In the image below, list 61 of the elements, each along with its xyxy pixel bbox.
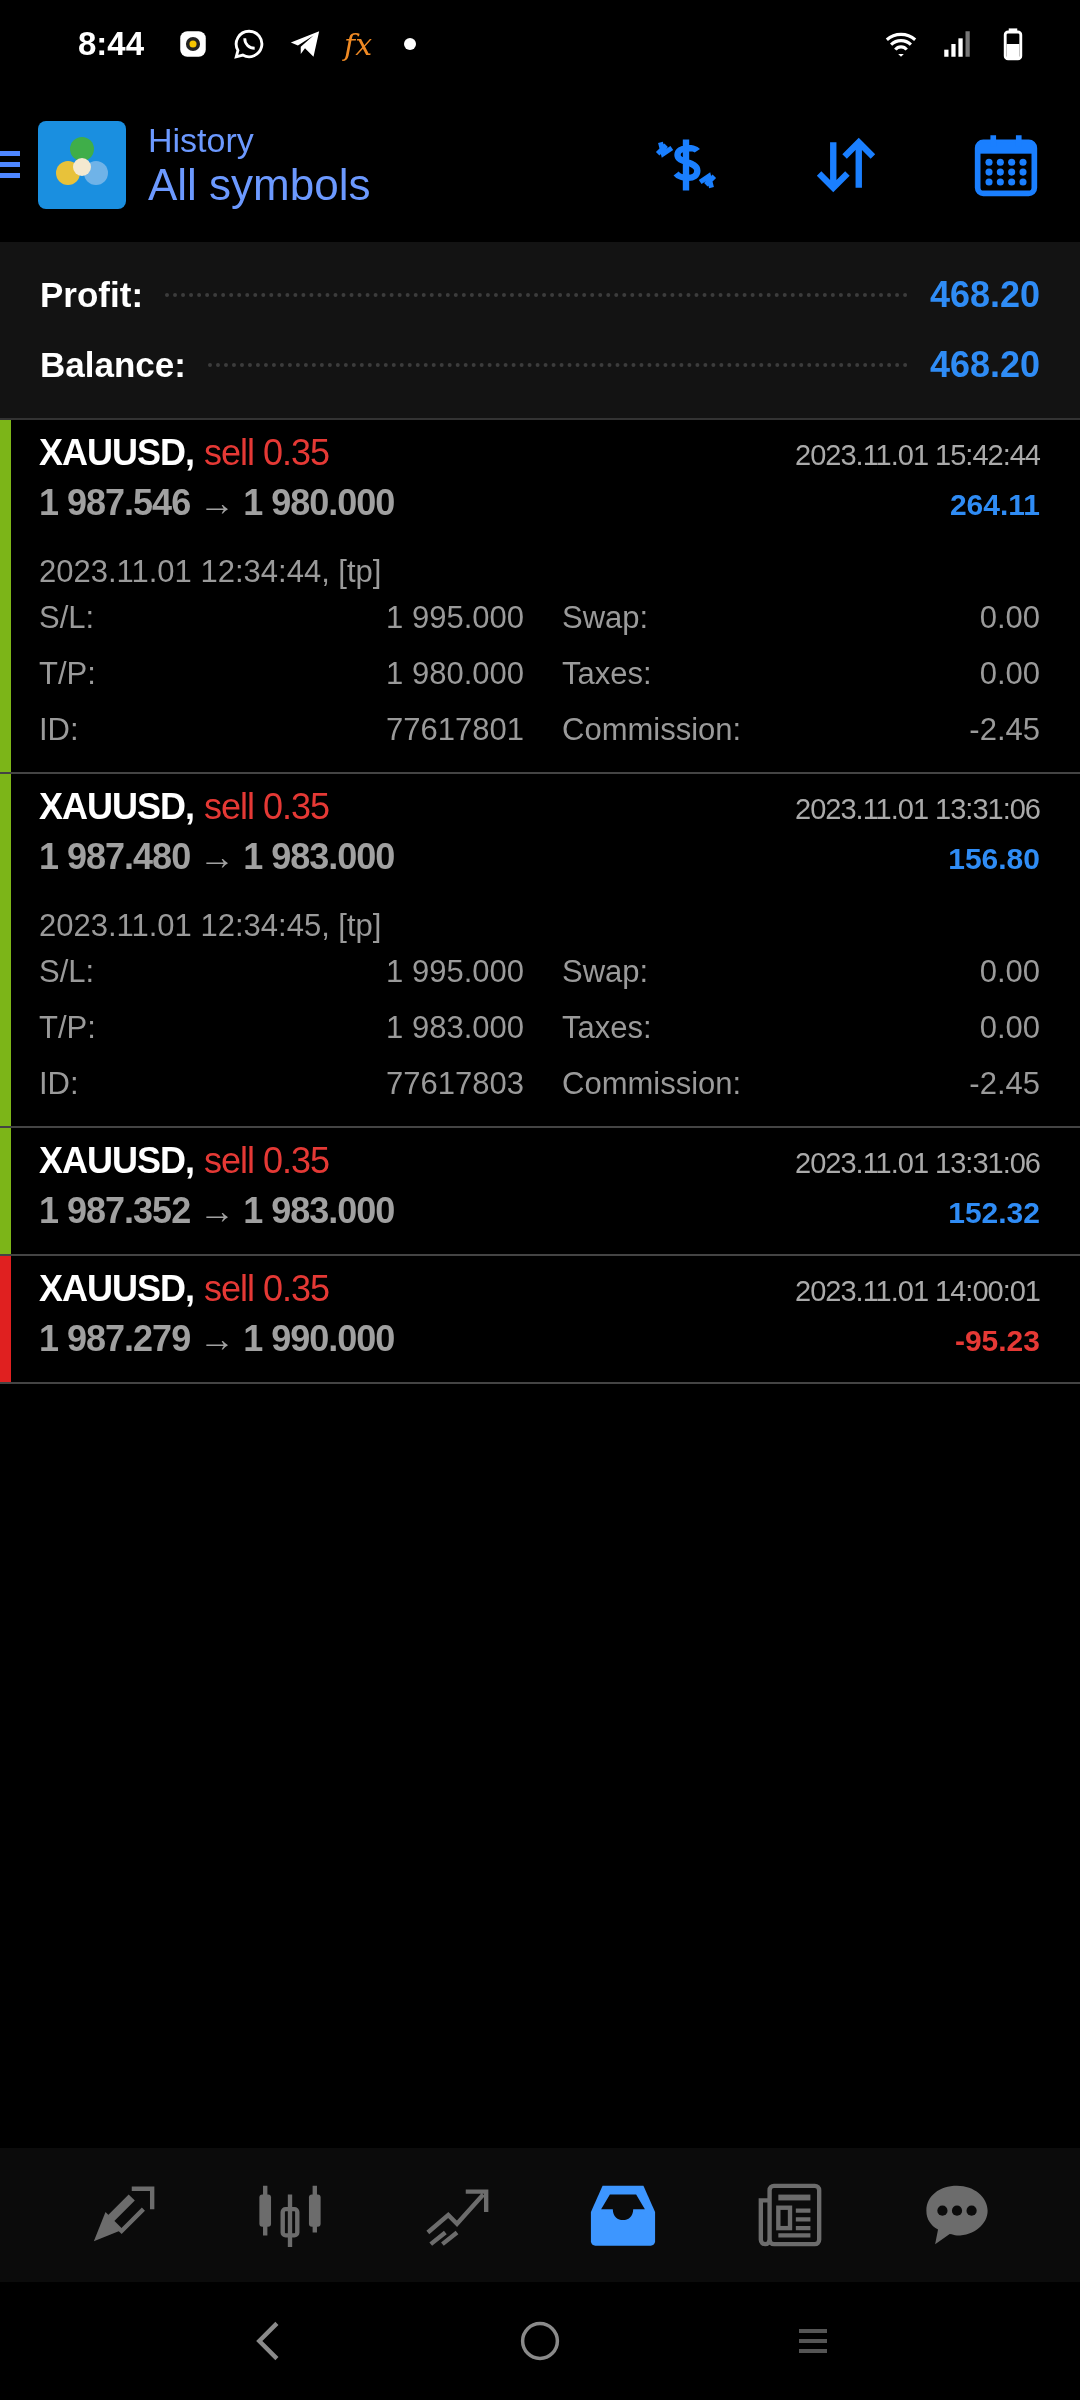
detail-label: Taxes: (562, 1010, 652, 1046)
app-glyph: fx (344, 26, 373, 62)
summary-label: Profit: (40, 275, 144, 315)
summary-value: 468.20 (929, 344, 1040, 386)
close-time: 2023.11.01 13:31:06 (795, 1147, 1040, 1180)
detail-label: Taxes: (562, 656, 652, 692)
trade-symbol: XAUUSD, (39, 1268, 195, 1310)
trade-prices: 1 987.352 → 1 983.000 (39, 1190, 395, 1232)
trade-side: sell 0.35 (204, 786, 330, 828)
trade-item[interactable]: XAUUSD, sell 0.35 2023.11.01 14:00:01 1 987.279 → 1 990.000 -95.23 (0, 1256, 1080, 1384)
detail-label: ID: (39, 1066, 80, 1102)
notification-dot-icon (404, 38, 417, 50)
status-time: 8:44 (78, 25, 145, 63)
detail-label: S/L: (39, 600, 96, 636)
detail-value: -2.45 (969, 712, 1040, 748)
summary-value: 468.20 (929, 274, 1040, 316)
screen-title: History (148, 120, 255, 160)
home-icon[interactable] (520, 2319, 560, 2363)
open-info: 2023.11.01 12:34:45, [tp] (39, 907, 383, 944)
trade-profit: 152.32 (948, 1196, 1040, 1230)
detail-value: 77617801 (385, 712, 524, 748)
detail-label: S/L: (39, 954, 96, 990)
close-time: 2023.11.01 15:42:44 (795, 439, 1040, 472)
detail-label: ID: (39, 712, 80, 748)
detail-label: Commission: (562, 712, 742, 748)
detail-label: T/P: (39, 1010, 97, 1046)
detail-label: Commission: (562, 1066, 742, 1102)
detail-value: 77617803 (385, 1066, 524, 1102)
trade-item[interactable]: XAUUSD, sell 0.35 2023.11.01 13:31:06 1 987.352 → 1 983.000 152.32 (0, 1128, 1080, 1256)
close-time: 2023.11.01 14:00:01 (795, 1275, 1040, 1308)
trade-symbol: XAUUSD, (39, 1140, 195, 1182)
detail-value: 0.00 (979, 600, 1040, 636)
open-info: 2023.11.01 12:34:44, [tp] (39, 553, 383, 590)
trade-item[interactable]: XAUUSD, sell 0.35 2023.11.01 15:42:44 1 987.546 → 1 980.000 264.11 2023.11.01 12:34:44, [tp] S/L: 1 995.000 Swap: 0.00 T/P: 1 980.000 Taxes: 0.00 ID: 77617801 Commission: -2.45 (0, 420, 1080, 774)
close-time: 2023.11.01 13:31:06 (795, 793, 1040, 826)
trade-profit: -95.23 (954, 1324, 1040, 1358)
trade-prices: 1 987.480 → 1 983.000 (39, 836, 395, 878)
trade-profit: 156.80 (948, 842, 1040, 876)
detail-value: 1 995.000 (385, 954, 524, 990)
detail-value: -2.45 (969, 1066, 1040, 1102)
detail-value: 1 980.000 (385, 656, 524, 692)
detail-value: 0.00 (979, 954, 1040, 990)
trade-side: sell 0.35 (204, 1140, 330, 1182)
detail-value: 1 995.000 (385, 600, 524, 636)
trade-profit: 264.11 (949, 488, 1040, 522)
trade-symbol: XAUUSD, (39, 432, 195, 474)
detail-value: 0.00 (979, 1010, 1040, 1046)
summary-label: Balance: (40, 345, 186, 385)
detail-value: 1 983.000 (385, 1010, 524, 1046)
trade-item[interactable]: XAUUSD, sell 0.35 2023.11.01 13:31:06 1 987.480 → 1 983.000 156.80 2023.11.01 12:34:45, [tp] S/L: 1 995.000 Swap: 0.00 T/P: 1 983.000 Taxes: 0.00 ID: 77617803 Commission: -2.45 (0, 774, 1080, 1128)
detail-label: Swap: (562, 600, 649, 636)
detail-label: Swap: (562, 954, 649, 990)
trade-side: sell 0.35 (204, 432, 330, 474)
symbol-filter[interactable]: All symbols (148, 159, 371, 210)
trade-prices: 1 987.279 → 1 990.000 (39, 1318, 395, 1360)
detail-value: 0.00 (979, 656, 1040, 692)
trade-prices: 1 987.546 → 1 980.000 (39, 482, 395, 524)
detail-label: T/P: (39, 656, 97, 692)
trade-symbol: XAUUSD, (39, 786, 195, 828)
trade-side: sell 0.35 (204, 1268, 330, 1310)
app-logo-icon (38, 121, 126, 209)
